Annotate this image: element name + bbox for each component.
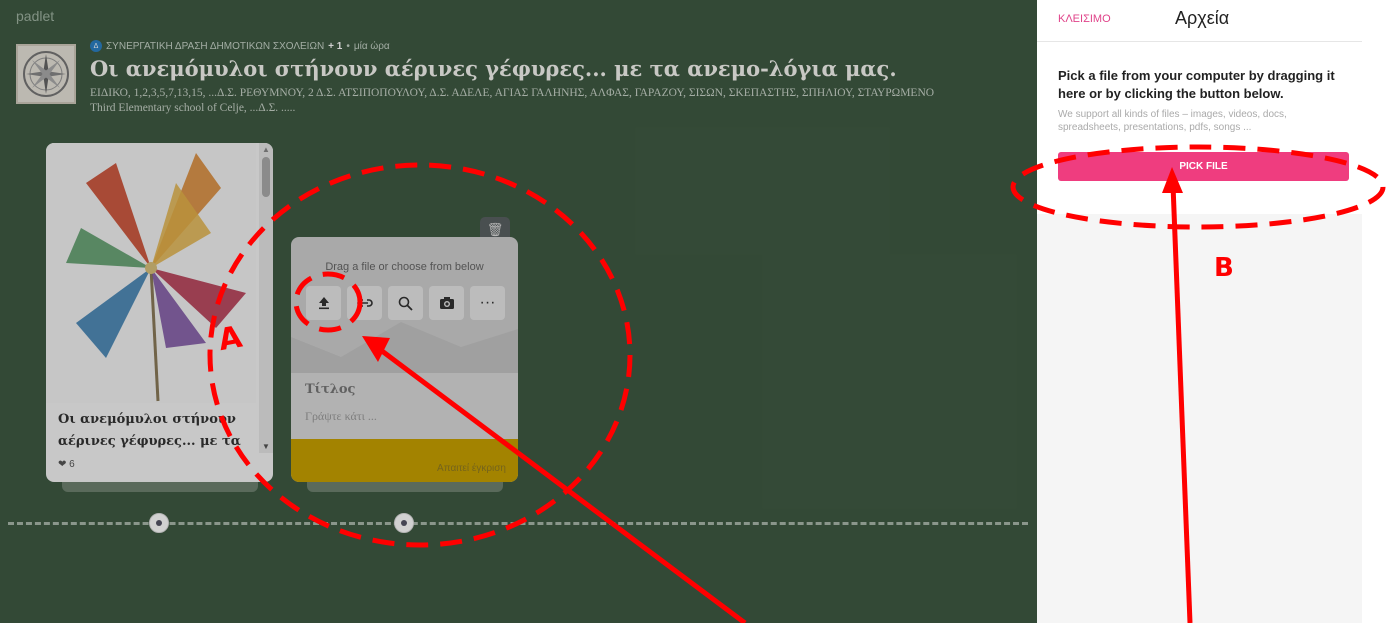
pick-file-button[interactable]: PICK FILE: [1058, 152, 1349, 181]
panel-header: ΚΛΕΙΣΙΜΟ Αρχεία: [1037, 0, 1362, 42]
heart-icon[interactable]: ❤: [58, 459, 66, 470]
link-button[interactable]: [347, 286, 382, 320]
drag-file-hint: Drag a file or choose from below: [325, 261, 484, 273]
search-button[interactable]: [388, 286, 423, 320]
author-name[interactable]: ΣΥΝΕΡΓΑΤΙΚΗ ΔΡΑΣΗ ΔΗΜΟΤΙΚΩΝ ΣΧΟΛΕΙΩΝ: [106, 41, 324, 52]
placeholder-mountains: [291, 322, 518, 373]
supported-files-note: We support all kinds of files – images, …: [1058, 109, 1287, 133]
trash-icon: 🗑: [486, 222, 504, 237]
camera-button[interactable]: [429, 286, 464, 320]
likes[interactable]: ❤ 6: [58, 459, 75, 470]
scrollbar-thumb[interactable]: [262, 157, 270, 197]
board-meta: Δ ΣΥΝΕΡΓΑΤΙΚΗ ΔΡΑΣΗ ΔΗΜΟΤΙΚΩΝ ΣΧΟΛΕΙΩΝ +…: [90, 40, 390, 52]
board-title: Οι ανεμόμυλοι στήνουν αέρινες γέφυρες...…: [90, 56, 897, 81]
pinwheel-image[interactable]: [46, 143, 256, 403]
files-panel: ΚΛΕΙΣΙΜΟ Αρχεία Pick a file from your co…: [1037, 0, 1362, 623]
likes-count: 6: [69, 459, 75, 470]
panel-content: Pick a file from your computer by draggi…: [1037, 42, 1362, 214]
scroll-down-icon[interactable]: ▼: [262, 442, 270, 451]
more-icon: ···: [479, 294, 496, 311]
board-subtitle: ΕΙΔΙΚΟ, 1,2,3,5,7,13,15, ...Δ.Σ. ΡΕΘΥΜΝΟ…: [90, 86, 1037, 116]
card-scrollbar[interactable]: ▲ ▼: [259, 143, 273, 453]
timeline-dot[interactable]: [149, 513, 169, 533]
attachment-tools: ···: [306, 286, 505, 320]
card-connector: [62, 482, 258, 492]
card-connector: [307, 482, 503, 492]
upload-button[interactable]: [306, 286, 341, 320]
upload-icon: [318, 297, 329, 310]
search-icon: [398, 296, 413, 311]
new-post-card[interactable]: Drag a file or choose from below ··· Τίτ…: [291, 237, 518, 482]
updated-time: μία ώρα: [353, 40, 390, 52]
post-card-windmill[interactable]: ▲ ▼ Οι ανεμόμυλοι στήνουν αέρινες γέφυρε…: [46, 143, 273, 482]
close-button[interactable]: ΚΛΕΙΣΙΜΟ: [1058, 13, 1111, 25]
board-logo-icon: [16, 44, 76, 104]
timeline-dot[interactable]: [394, 513, 414, 533]
panel-title: Αρχεία: [1175, 8, 1230, 28]
board-header: Δ ΣΥΝΕΡΓΑΤΙΚΗ ΔΡΑΣΗ ΔΗΜΟΤΙΚΩΝ ΣΧΟΛΕΙΩΝ +…: [0, 36, 1037, 126]
page-edge: [1362, 0, 1392, 623]
meta-separator: •: [346, 40, 350, 52]
padlet-logo-text[interactable]: padlet: [16, 8, 54, 24]
pick-file-instruction: Pick a file from your computer by draggi…: [1058, 68, 1335, 101]
post-body-input[interactable]: Γράψτε κάτι ...: [305, 409, 377, 424]
link-icon: [356, 299, 373, 307]
padlet-board: padlet Δ ΣΥΝΕΡΓΑΤΙΚΗ ΔΡΑΣΗ ΔΗΜΟΤΙΚΩΝ ΣΧΟ…: [0, 0, 1037, 623]
subtitle-line-1: ΕΙΔΙΚΟ, 1,2,3,5,7,13,15, ...Δ.Σ. ΡΕΘΥΜΝΟ…: [90, 87, 935, 99]
camera-icon: [439, 297, 454, 309]
approval-footer: Απαιτεί έγκριση: [291, 439, 518, 482]
post-heading: Οι ανεμόμυλοι στήνουν αέρινες γέφυρες...…: [58, 412, 241, 449]
approval-required-label: Απαιτεί έγκριση: [437, 463, 506, 474]
contributors-count[interactable]: + 1: [328, 41, 342, 52]
author-avatar[interactable]: Δ: [90, 40, 102, 52]
more-options-button[interactable]: ···: [470, 286, 505, 320]
post-title-input[interactable]: Τίτλος: [305, 382, 355, 397]
scroll-up-icon[interactable]: ▲: [262, 145, 270, 154]
subtitle-line-2: Third Elementary school of Celje, ...Δ.Σ…: [90, 102, 296, 114]
